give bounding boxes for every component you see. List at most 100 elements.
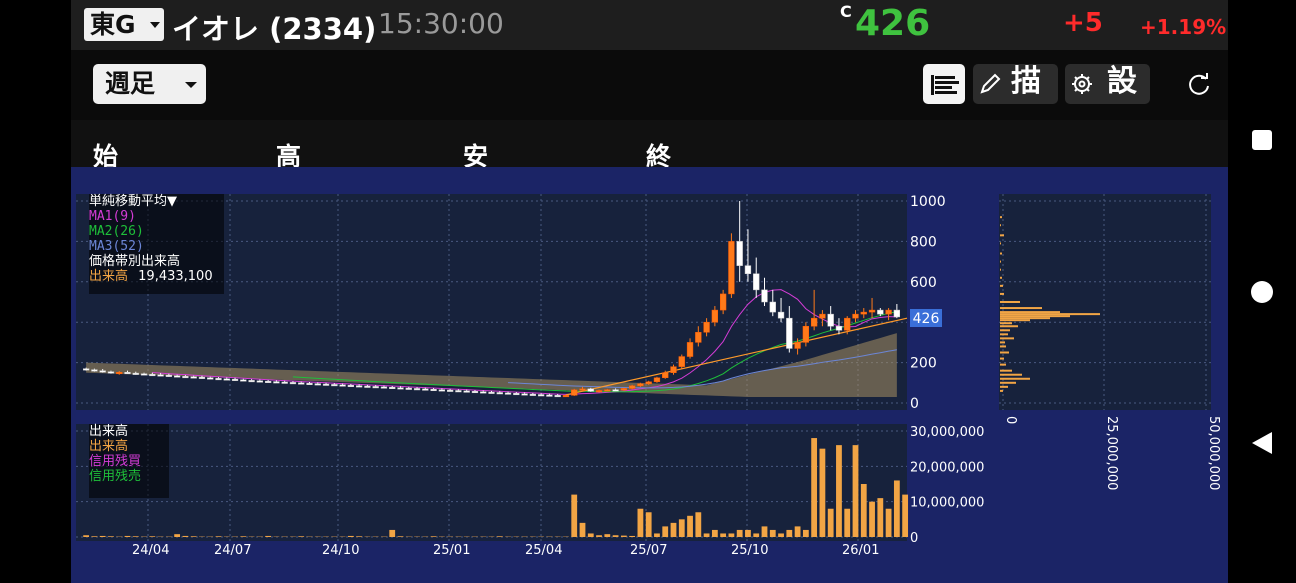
candle-body	[786, 317, 793, 349]
volume-bar	[389, 529, 396, 537]
x-tick-label: 24/07	[214, 543, 251, 558]
home-icon[interactable]	[1251, 281, 1273, 303]
candle-body	[637, 383, 644, 387]
candle-body	[893, 309, 901, 318]
volume-bar	[124, 535, 131, 537]
candle-body	[628, 385, 636, 389]
x-tick-label: 24/10	[322, 543, 359, 558]
candle-body	[852, 313, 859, 319]
profile-bar	[1000, 381, 1016, 384]
ma1-label: MA1(9)	[89, 209, 136, 224]
candle-body	[331, 384, 338, 387]
x-tick-label: 25/04	[525, 543, 562, 558]
volume-bar	[496, 536, 503, 537]
candle-body	[537, 394, 545, 397]
margin-sell-label: 信用残売	[89, 469, 142, 484]
candle-body	[777, 311, 785, 319]
x-tick-label: 26/01	[842, 543, 879, 558]
candle-body	[488, 391, 495, 394]
candle-body	[173, 375, 181, 378]
volume-bar	[802, 529, 809, 537]
volume-bar	[240, 536, 247, 537]
candle-body	[140, 373, 148, 376]
volume-bar	[753, 533, 760, 537]
profile-bar	[1000, 260, 1001, 263]
main-legend[interactable]: 単純移動平均▼ MA1(9) MA2(26) MA3(52) 価格帯別出来高 出…	[89, 194, 224, 294]
volume-bar	[728, 533, 735, 537]
profile-bar	[1000, 345, 1006, 348]
volume-bar	[604, 534, 611, 537]
volume-bar	[571, 494, 578, 537]
current-price-tag: 426	[910, 309, 942, 327]
volume-bar	[654, 533, 660, 537]
volume-bar	[836, 445, 842, 537]
candle-body	[198, 376, 206, 379]
candle-body	[223, 378, 230, 381]
indicator-selector[interactable]: 単純移動平均▼	[89, 194, 224, 209]
candle-body	[612, 389, 619, 392]
candle-body	[521, 393, 528, 396]
candle-body	[372, 386, 379, 389]
candle-body	[546, 394, 553, 397]
volume-bar	[811, 438, 818, 537]
volume-bar	[678, 519, 685, 537]
volume-tick-label: 10,000,000	[910, 496, 984, 511]
x-tick-label: 25/01	[433, 543, 470, 558]
candle-body	[868, 309, 876, 313]
candle-body	[422, 388, 429, 391]
profile-bar	[1000, 369, 1012, 372]
candle-body	[430, 389, 437, 392]
recents-icon[interactable]	[1252, 130, 1272, 150]
volume-bar	[711, 529, 718, 537]
volume-bar	[108, 536, 114, 537]
volume-bar	[893, 480, 900, 537]
candle-body	[182, 376, 189, 379]
volume-bar	[397, 536, 404, 537]
candle-body	[289, 382, 297, 385]
volume-legend[interactable]: 出来高 出来高 信用残買 信用残売	[89, 424, 169, 498]
candle-body	[215, 378, 222, 381]
volume-bar	[612, 535, 619, 537]
candle-body	[165, 374, 173, 377]
candle-body	[207, 377, 214, 380]
candle-body	[835, 325, 843, 331]
volume-bar	[637, 508, 644, 537]
candle-body	[686, 342, 694, 357]
volume-bar	[347, 535, 354, 537]
volume-bar	[190, 536, 197, 537]
profile-bar	[1000, 301, 1020, 303]
candle-body	[389, 386, 396, 389]
volume-bar	[761, 526, 768, 537]
candle-body	[860, 311, 867, 315]
candle-body	[397, 387, 404, 390]
profile-bar	[1000, 242, 1001, 245]
volume-bar	[298, 536, 305, 537]
profile-bar	[1000, 307, 1042, 310]
profile-bar	[1000, 224, 1001, 227]
candle-body	[496, 392, 503, 395]
volume-bar	[182, 535, 189, 537]
candle-body	[802, 325, 810, 343]
profile-bar	[1000, 252, 1002, 255]
candle-body	[124, 372, 131, 375]
profile-tick-label: 0	[1003, 416, 1018, 424]
price-tick-label: 1000	[910, 194, 946, 210]
volume-profile-label: 価格帯別出来高	[89, 254, 181, 269]
back-icon[interactable]	[1250, 430, 1274, 456]
profile-bar	[1000, 317, 1050, 320]
candle-body	[728, 241, 735, 295]
volume-bar	[720, 533, 727, 537]
volume-bar	[745, 529, 751, 537]
candle-body	[819, 313, 826, 319]
candle-body	[571, 389, 578, 396]
profile-bar	[1000, 313, 1100, 316]
volume-bar	[356, 536, 363, 537]
candle-body	[662, 372, 669, 379]
profile-bar	[1000, 325, 1018, 328]
x-tick-label: 25/10	[731, 543, 768, 558]
margin-buy-label: 信用残買	[89, 454, 142, 469]
candle-body	[744, 265, 752, 274]
price-tick-label: 600	[910, 275, 937, 291]
volume-bar	[877, 498, 884, 537]
profile-bar	[1000, 377, 1030, 380]
